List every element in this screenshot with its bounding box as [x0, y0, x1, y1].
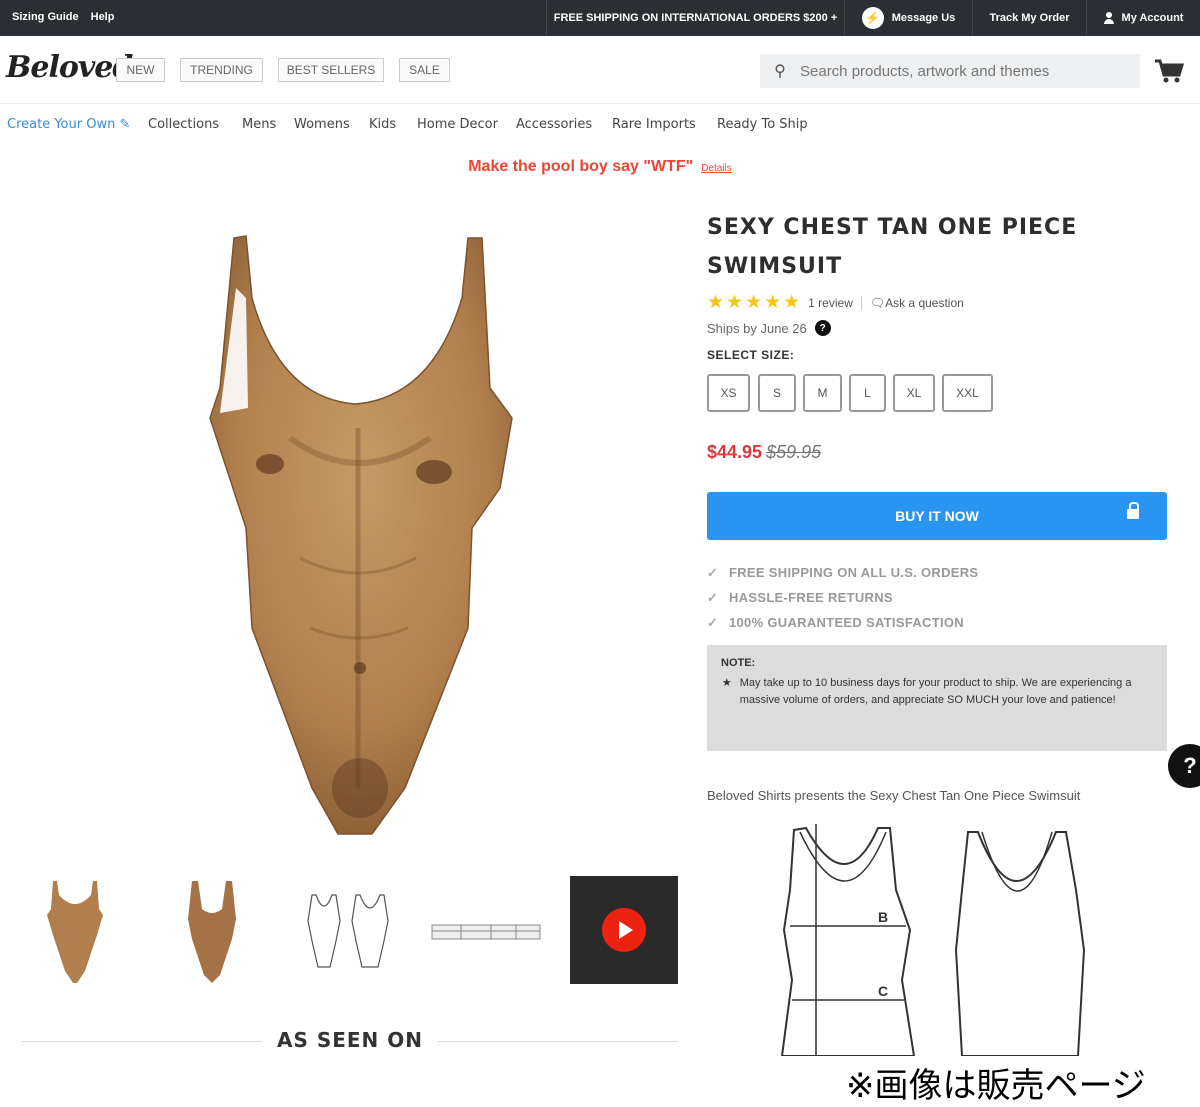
original-price: $59.95: [766, 442, 822, 462]
as-seen-on-heading: AS SEEN ON: [22, 1028, 678, 1056]
size-option-xxl[interactable]: XXL: [942, 374, 993, 412]
nav-mens[interactable]: Mens: [242, 117, 276, 132]
star-rating[interactable]: ★★★★★: [707, 291, 802, 314]
thumbnail-video[interactable]: [570, 876, 678, 984]
search-icon[interactable]: ⚲: [760, 61, 800, 81]
perk-item: ✓ HASSLE-FREE RETURNS: [707, 585, 978, 610]
message-us-button[interactable]: ⚡ Message Us: [844, 0, 972, 36]
star-bullet-icon: ★: [721, 677, 732, 689]
track-order-link[interactable]: Track My Order: [972, 0, 1086, 36]
shipping-note: NOTE: ★ May take up to 10 business days …: [707, 645, 1167, 751]
track-order-label: Track My Order: [989, 12, 1070, 24]
review-count-link[interactable]: 1 review: [808, 296, 853, 310]
nav-best-sellers-button[interactable]: BEST SELLERS: [278, 58, 384, 82]
check-icon: ✓: [707, 614, 719, 630]
rating-row: ★★★★★ 1 review 🗨 Ask a question: [707, 291, 964, 314]
nav-kids[interactable]: Kids: [369, 117, 396, 132]
nav-sale-button[interactable]: SALE: [399, 58, 450, 82]
promo-details-link[interactable]: Details: [701, 163, 732, 174]
ships-by-text: Ships by June 26: [707, 320, 807, 336]
diagram-label-b: B: [878, 909, 888, 925]
perk-item: ✓ 100% GUARANTEED SATISFACTION: [707, 610, 978, 635]
logo[interactable]: Beloved: [6, 50, 133, 85]
play-icon[interactable]: [602, 908, 646, 952]
nav-trending-button[interactable]: TRENDING: [180, 58, 263, 82]
question-icon[interactable]: ?: [814, 320, 831, 336]
price: $44.95 $59.95: [707, 442, 821, 463]
promo-banner: Make the pool boy say "WTF" Details: [0, 158, 1200, 176]
chat-icon: 🗨: [869, 295, 886, 310]
thumbnail-back[interactable]: [157, 876, 267, 986]
nav-ready-to-ship[interactable]: Ready To Ship: [717, 117, 808, 132]
select-size-label: SELECT SIZE:: [707, 348, 795, 362]
thumbnail-strip: [20, 876, 680, 986]
category-nav: Create Your Own ✎ Collections Mens Women…: [0, 112, 1200, 138]
shipping-banner: FREE SHIPPING ON INTERNATIONAL ORDERS $2…: [546, 0, 844, 36]
ask-question-link[interactable]: Ask a question: [885, 296, 964, 310]
image-caption: ※画像は販売ページ: [846, 1066, 1146, 1106]
diagram-label-c: C: [878, 983, 888, 999]
nav-rare-imports[interactable]: Rare Imports: [612, 117, 696, 132]
nav-accessories[interactable]: Accessories: [516, 117, 592, 132]
check-icon: ✓: [707, 564, 719, 580]
help-chat-button[interactable]: ?: [1168, 744, 1200, 788]
lock-icon: [1127, 502, 1139, 519]
perk-label: HASSLE-FREE RETURNS: [729, 590, 893, 605]
top-bar: Sizing Guide Help FREE SHIPPING ON INTER…: [0, 0, 1200, 36]
size-option-xs[interactable]: XS: [707, 374, 750, 412]
product-description-intro: Beloved Shirts presents the Sexy Chest T…: [707, 788, 1081, 803]
size-option-xl[interactable]: XL: [893, 374, 935, 412]
buy-it-now-label: BUY IT NOW: [895, 508, 979, 524]
shipping-text: FREE SHIPPING ON INTERNATIONAL ORDERS $2…: [553, 12, 838, 24]
thumbnail-front[interactable]: [20, 876, 130, 986]
thumbnail-sketch[interactable]: [294, 876, 404, 986]
thumbnail-size-chart[interactable]: [431, 876, 541, 986]
sizing-guide-link[interactable]: Sizing Guide: [12, 11, 79, 23]
buy-it-now-button[interactable]: BUY IT NOW: [707, 492, 1167, 540]
my-account-label: My Account: [1121, 12, 1184, 24]
message-us-label: Message Us: [891, 12, 956, 24]
size-option-m[interactable]: M: [803, 374, 842, 412]
perk-label: FREE SHIPPING ON ALL U.S. ORDERS: [729, 565, 979, 580]
user-icon: [1103, 12, 1114, 24]
ships-by: Ships by June 26 ?: [707, 320, 831, 336]
sale-price: $44.95: [707, 442, 763, 462]
nav-create-your-own[interactable]: Create Your Own ✎: [7, 117, 130, 132]
nav-womens[interactable]: Womens: [294, 117, 350, 132]
note-heading: NOTE:: [721, 657, 756, 669]
promo-text: Make the pool boy say "WTF": [468, 158, 694, 175]
nav-collections[interactable]: Collections: [148, 117, 219, 132]
measurement-diagram: B C: [780, 824, 1086, 1056]
cart-icon[interactable]: [1154, 58, 1184, 84]
note-text: May take up to 10 business days for your…: [739, 677, 1132, 706]
perks-list: ✓ FREE SHIPPING ON ALL U.S. ORDERS ✓ HASSL…: [707, 560, 978, 635]
check-icon: ✓: [707, 589, 719, 605]
my-account-link[interactable]: My Account: [1086, 0, 1200, 36]
size-option-l[interactable]: L: [849, 374, 886, 412]
search-bar: ⚲: [760, 54, 1140, 88]
site-header: Beloved NEW TRENDING BEST SELLERS SALE ⚲: [0, 36, 1200, 104]
perk-item: ✓ FREE SHIPPING ON ALL U.S. ORDERS: [707, 560, 978, 585]
nav-home-decor[interactable]: Home Decor: [417, 117, 498, 132]
messenger-icon: ⚡: [861, 7, 884, 29]
nav-new-button[interactable]: NEW: [116, 58, 165, 82]
search-input[interactable]: [800, 62, 1120, 80]
perk-label: 100% GUARANTEED SATISFACTION: [729, 615, 964, 630]
size-option-s[interactable]: S: [758, 374, 796, 412]
product-main-image[interactable]: [200, 228, 520, 838]
help-link[interactable]: Help: [91, 11, 115, 23]
product-title: SEXY CHEST TAN ONE PIECE SWIMSUIT: [707, 215, 1078, 279]
divider: [860, 295, 862, 310]
